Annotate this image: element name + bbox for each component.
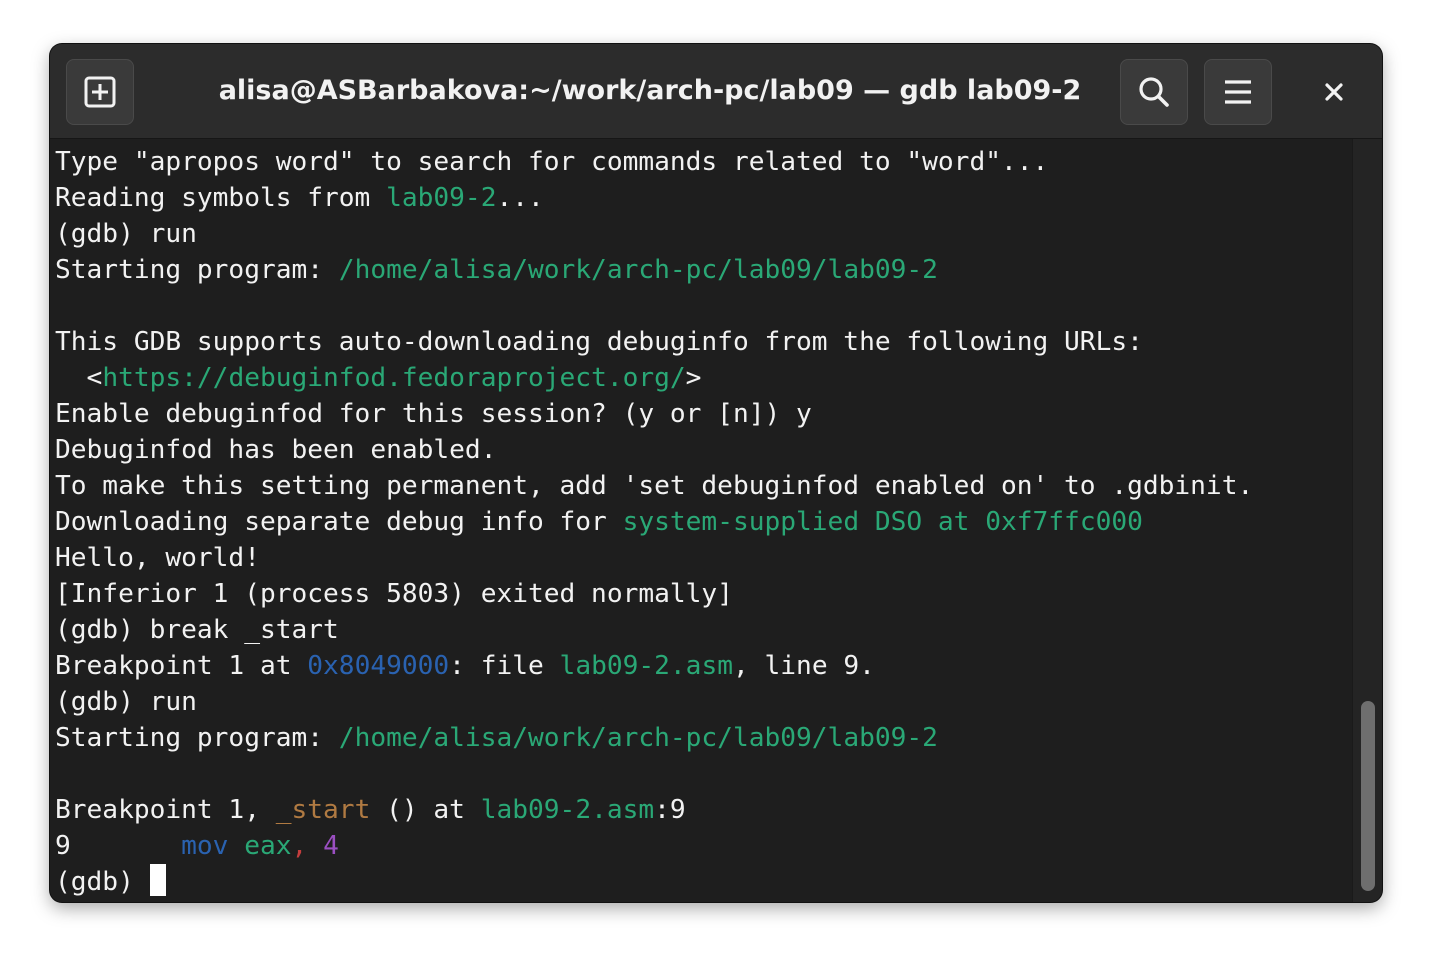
terminal-text-segment: Reading symbols from	[55, 183, 387, 213]
terminal-text-segment: <	[55, 363, 103, 393]
terminal-text-segment: Breakpoint 1 at	[55, 651, 308, 681]
text-cursor	[149, 864, 166, 896]
terminal-text-segment: >	[685, 363, 702, 393]
terminal-line: (gdb) run	[55, 216, 1350, 252]
terminal-text-segment: mov	[181, 831, 229, 861]
terminal-text-segment: lab09-2.asm	[559, 651, 733, 681]
terminal-text-segment: lab09-2.asm	[480, 795, 655, 825]
terminal-line: 9 mov eax, 4	[55, 828, 1350, 864]
terminal-line: Starting program: /home/alisa/work/arch-…	[55, 720, 1350, 756]
terminal-text-segment: 9	[55, 831, 182, 861]
search-button[interactable]	[1120, 59, 1188, 125]
terminal-line: Reading symbols from lab09-2...	[55, 180, 1350, 216]
close-button[interactable]	[1316, 70, 1352, 114]
terminal-text-segment: ...	[496, 183, 544, 213]
terminal-text-segment: () at	[370, 795, 481, 825]
terminal-text-segment: lab09-2	[386, 183, 497, 213]
scrollbar-thumb[interactable]	[1361, 701, 1375, 891]
terminal-text-segment: 4	[323, 831, 339, 861]
terminal-text-segment: Hello, world!	[55, 543, 260, 573]
terminal-text-segment: /home/alisa/work/arch-pc/lab09/lab09-2	[338, 255, 938, 285]
terminal-text-segment: ,	[291, 831, 308, 861]
terminal-output[interactable]: Type "apropos word" to search for comman…	[50, 139, 1350, 902]
terminal-line: <https://debuginfod.fedoraproject.org/>	[55, 360, 1350, 396]
new-tab-button[interactable]	[66, 59, 134, 125]
search-icon	[1139, 77, 1169, 107]
terminal-text-segment: Enable debuginfod for this session? (y o…	[55, 399, 812, 429]
terminal-text-segment: /home/alisa/work/arch-pc/lab09/lab09-2	[338, 723, 938, 753]
terminal-line: Breakpoint 1 at 0x8049000: file lab09-2.…	[55, 648, 1350, 684]
terminal-line: (gdb) break _start	[55, 612, 1350, 648]
terminal-text-segment: eax	[244, 831, 292, 861]
terminal-line: Downloading separate debug info for syst…	[55, 504, 1350, 540]
terminal-text-segment: [Inferior 1 (process 5803) exited normal…	[55, 579, 733, 609]
terminal-text-segment: (gdb) break _start	[55, 615, 339, 645]
menu-button[interactable]	[1204, 59, 1272, 125]
hamburger-menu-icon	[1225, 80, 1251, 104]
terminal-text-segment: (gdb) run	[55, 687, 197, 717]
terminal-text-segment: : file	[449, 651, 560, 681]
terminal-text-segment: system-supplied DSO at 0xf7ffc000	[622, 507, 1143, 537]
terminal-text-segment: Starting program:	[55, 255, 339, 285]
terminal-text-segment: , line 9.	[732, 651, 875, 681]
terminal-line: This GDB supports auto-downloading debug…	[55, 324, 1350, 360]
headerbar: alisa@ASBarbakova:~/work/arch-pc/lab09 —…	[50, 44, 1382, 139]
terminal-text-segment: Debuginfod has been enabled.	[55, 435, 497, 465]
terminal-line: (gdb) run	[55, 684, 1350, 720]
terminal-line: [Inferior 1 (process 5803) exited normal…	[55, 576, 1350, 612]
terminal-text-segment: https://debuginfod.fedoraproject.org/	[102, 363, 686, 393]
terminal-line: Starting program: /home/alisa/work/arch-…	[55, 252, 1350, 288]
scrollbar[interactable]	[1352, 139, 1382, 902]
terminal-text-segment: Breakpoint 1,	[55, 795, 276, 825]
terminal-text-segment: (gdb) run	[55, 219, 197, 249]
window-title: alisa@ASBarbakova:~/work/arch-pc/lab09 —…	[218, 75, 1082, 106]
terminal-line: Hello, world!	[55, 540, 1350, 576]
terminal-line: To make this setting permanent, add 'set…	[55, 468, 1350, 504]
terminal-text-segment: :9	[654, 795, 686, 825]
terminal-line: Type "apropos word" to search for comman…	[55, 144, 1350, 180]
terminal-line: Enable debuginfod for this session? (y o…	[55, 396, 1350, 432]
gdb-prompt: (gdb)	[55, 867, 150, 897]
terminal-text-segment: This GDB supports auto-downloading debug…	[55, 327, 1143, 357]
terminal-text-segment: _start	[275, 795, 371, 825]
terminal-text-segment: 0x8049000	[307, 651, 450, 681]
terminal-line: Breakpoint 1, _start () at lab09-2.asm:9	[55, 792, 1350, 828]
close-icon	[1325, 83, 1343, 101]
terminal-text-segment: Type "apropos word" to search for comman…	[55, 147, 1049, 177]
terminal-text-segment: Downloading separate debug info for	[55, 507, 623, 537]
terminal-text-segment: To make this setting permanent, add 'set…	[55, 471, 1254, 501]
terminal-text-segment: Starting program:	[55, 723, 339, 753]
new-tab-plus-icon	[84, 76, 116, 108]
terminal-line: Debuginfod has been enabled.	[55, 432, 1350, 468]
terminal-prompt-line[interactable]: (gdb)	[55, 864, 1350, 900]
terminal-window: alisa@ASBarbakova:~/work/arch-pc/lab09 —…	[50, 44, 1382, 902]
